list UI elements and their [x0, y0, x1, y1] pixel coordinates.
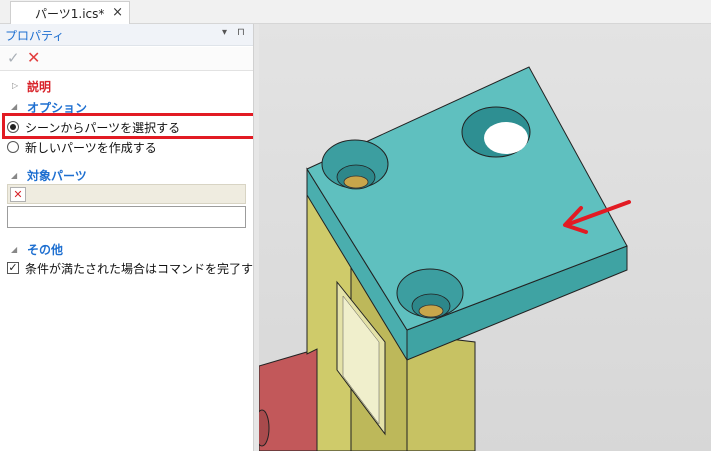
clear-selection-icon[interactable]: ✕ — [10, 187, 26, 202]
section-title-other[interactable]: その他 — [27, 241, 63, 258]
section-title-description[interactable]: 説明 — [27, 78, 51, 95]
panel-toolbar: ✓ ✕ — [0, 47, 256, 71]
target-part-input[interactable] — [7, 206, 246, 228]
panel-title: プロパティ — [5, 29, 65, 43]
ok-icon[interactable]: ✓ — [7, 49, 20, 67]
section-title-target-parts[interactable]: 対象パーツ — [27, 167, 87, 184]
checkbox-label-complete-command[interactable]: 条件が満たされた場合はコマンドを完了す... — [25, 260, 264, 277]
document-tab-strip: パーツ1.ics* × — [0, 0, 711, 24]
panel-header: プロパティ ▾ ⊓ — [0, 24, 256, 46]
complete-command-checkbox[interactable]: ✓ — [7, 262, 19, 274]
target-parts-list[interactable]: ✕ — [7, 184, 246, 204]
counterbore-hole-1-thread — [343, 175, 369, 189]
collapse-options-icon[interactable]: ◢ — [11, 102, 17, 111]
panel-menu-icon[interactable]: ▾ — [222, 27, 227, 38]
radio-create-new-part[interactable] — [7, 141, 19, 153]
document-tab-title: パーツ1.ics* — [35, 6, 105, 21]
cancel-icon[interactable]: ✕ — [27, 48, 40, 67]
through-hole-opening — [484, 122, 528, 154]
highlight-frame — [2, 113, 258, 139]
scene-canvas[interactable] — [259, 24, 711, 451]
pin-icon[interactable]: ⊓ — [237, 27, 245, 38]
collapse-target-icon[interactable]: ◢ — [11, 171, 17, 180]
property-panel: プロパティ ▾ ⊓ ✓ ✕ ▷ 説明 ◢ オプション シーンからパーツを選択する… — [0, 24, 264, 451]
3d-viewport[interactable] — [259, 24, 711, 451]
document-tab[interactable]: パーツ1.ics* × — [10, 1, 130, 24]
base-hole — [259, 409, 270, 447]
close-tab-icon[interactable]: × — [112, 5, 123, 20]
collapse-other-icon[interactable]: ◢ — [11, 245, 17, 254]
counterbore-hole-2-thread — [418, 304, 444, 318]
option-label-create-new-part[interactable]: 新しいパーツを作成する — [25, 139, 157, 156]
expand-description-icon[interactable]: ▷ — [12, 81, 18, 90]
